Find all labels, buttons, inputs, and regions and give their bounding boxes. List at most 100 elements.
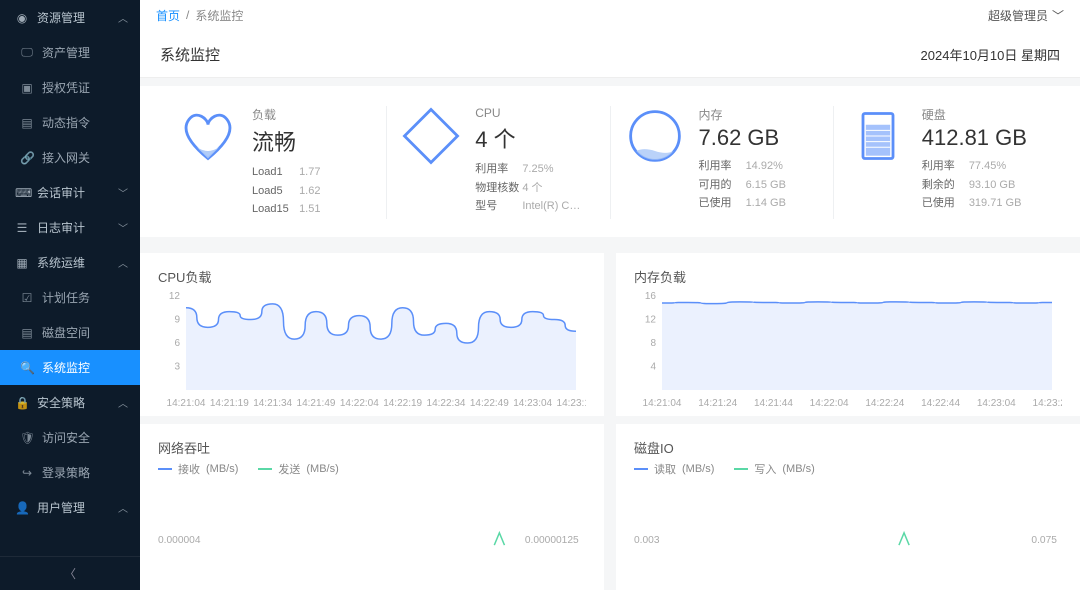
page-title: 系统监控 [160, 44, 220, 65]
schedule-icon: ☑ [20, 291, 34, 305]
ops-icon: ▦ [15, 256, 29, 270]
menu-group-user[interactable]: 👤 用户管理 ︿ [0, 490, 140, 525]
lock-icon: 🔒 [15, 396, 29, 410]
chart-cpu-load: CPU负载 3691214:21:0414:21:1914:21:3414:21… [140, 253, 604, 416]
monitor-glass-icon: 🔍 [20, 361, 34, 375]
svg-text:3: 3 [174, 362, 180, 373]
chart-mem-load-svg: 4 8 12 16 14:21:04 14:21:24 14:21:44 14:22:04 14… [634, 290, 1062, 410]
svg-text:14:22:04: 14:22:04 [810, 398, 849, 409]
svg-text:0.075: 0.075 [1031, 535, 1057, 546]
sidebar-item-credential[interactable]: ▣ 授权凭证 [0, 70, 140, 105]
chart-title: CPU负载 [158, 267, 586, 286]
cylinder-icon [848, 106, 908, 166]
svg-text:14:21:49: 14:21:49 [297, 398, 336, 409]
chart-diskio-svg: 0.003 0.075 [634, 479, 1062, 590]
disk-icon: ▤ [20, 326, 34, 340]
stat-label: 负载 [252, 106, 320, 123]
sidebar-item-disk[interactable]: ▤ 磁盘空间 [0, 315, 140, 350]
sidebar-item-schedule[interactable]: ☑ 计划任务 [0, 280, 140, 315]
sidebar-item-gateway[interactable]: 🔗 接入网关 [0, 140, 140, 175]
topbar: 首页 / 系统监控 超级管理员 ﹀ [140, 0, 1080, 30]
menu-group-label: 系统运维 [37, 254, 85, 271]
stat-label: 硬盘 [922, 106, 1027, 123]
stat-label: 内存 [699, 106, 786, 123]
chevron-down-icon: ﹀ [118, 220, 128, 235]
monitor-icon: 🖵 [20, 45, 34, 60]
chart-cpu-load-svg: 3691214:21:0414:21:1914:21:3414:21:4914:… [158, 290, 586, 410]
chevron-up-icon: ︿ [118, 395, 128, 410]
chart-network-svg: 0.000004 0.00000125 [158, 479, 586, 590]
page-header: 系统监控 2024年10月10日 星期四 [140, 30, 1080, 78]
chevron-down-icon: ﹀ [118, 185, 128, 200]
svg-text:14:23:04: 14:23:04 [513, 398, 552, 409]
sidebar-item-label: 资产管理 [42, 44, 90, 61]
chart-mem-load: 内存负载 4 8 12 16 14:21:04 14:21:24 14:21:44 14:22… [616, 253, 1080, 416]
menu-group-label: 日志审计 [37, 219, 85, 236]
chart-title: 内存负载 [634, 267, 1062, 286]
stat-panel: 负载 流畅 Load1 1.77 Load5 1.62 Load15 1.51 [140, 86, 1080, 237]
stat-value: 流畅 [252, 125, 320, 157]
sidebar-item-asset[interactable]: 🖵 资产管理 [0, 35, 140, 70]
menu-group-label: 安全策略 [37, 394, 85, 411]
heart-icon [178, 106, 238, 166]
svg-text:14:23:24: 14:23:24 [1033, 398, 1062, 409]
sidebar-collapse-button[interactable]: 〈 [0, 556, 140, 590]
menu-group-session[interactable]: ⌨ 会话审计 ﹀ [0, 175, 140, 210]
sidebar-item-label: 接入网关 [42, 149, 90, 166]
stat-card-disk: 硬盘 412.81 GB 利用率 77.45% 剩余的 93.10 GB 已使用… [834, 106, 1056, 219]
sidebar-menu: ◉ 资源管理 ︿ 🖵 资产管理 ▣ 授权凭证 ▤ 动态指令 🔗 接入网关 ⌨ 会… [0, 0, 140, 556]
breadcrumb-sep: / [186, 8, 189, 22]
breadcrumb-current: 系统监控 [195, 7, 243, 24]
breadcrumb-home[interactable]: 首页 [156, 7, 180, 24]
chart-diskio: 磁盘IO 读取 (MB/s) 写入 (MB/s) 0.003 0.075 [616, 424, 1080, 590]
menu-group-label: 资源管理 [37, 9, 85, 26]
sidebar-item-sysmonitor[interactable]: 🔍 系统监控 [0, 350, 140, 385]
svg-text:14:22:24: 14:22:24 [865, 398, 904, 409]
menu-group-ops[interactable]: ▦ 系统运维 ︿ [0, 245, 140, 280]
svg-text:14:21:44: 14:21:44 [754, 398, 793, 409]
log-icon: ☰ [15, 221, 29, 235]
session-icon: ⌨ [15, 186, 29, 200]
sidebar-item-label: 动态指令 [42, 114, 90, 131]
chevron-down-icon: ﹀ [1052, 7, 1064, 24]
svg-text:14:22:44: 14:22:44 [921, 398, 960, 409]
chevron-up-icon: ︿ [118, 10, 128, 25]
sidebar-item-command[interactable]: ▤ 动态指令 [0, 105, 140, 140]
svg-text:8: 8 [650, 338, 656, 349]
sidebar-item-login[interactable]: ↪ 登录策略 [0, 455, 140, 490]
user-menu[interactable]: 超级管理员 ﹀ [988, 7, 1064, 24]
sidebar-item-label: 访问安全 [42, 429, 90, 446]
stat-card-load: 负载 流畅 Load1 1.77 Load5 1.62 Load15 1.51 [164, 106, 387, 219]
chart-legend: 读取 (MB/s) 写入 (MB/s) [634, 461, 1062, 477]
menu-group-resource[interactable]: ◉ 资源管理 ︿ [0, 0, 140, 35]
svg-text:14:21:24: 14:21:24 [698, 398, 737, 409]
chevron-left-icon: 〈 [64, 567, 76, 581]
chart-row-load: CPU负载 3691214:21:0414:21:1914:21:3414:21… [140, 253, 1080, 416]
menu-group-security[interactable]: 🔒 安全策略 ︿ [0, 385, 140, 420]
svg-text:16: 16 [645, 291, 657, 302]
shield-icon: 🛡 [20, 431, 34, 445]
svg-text:14:21:04: 14:21:04 [643, 398, 682, 409]
menu-group-label: 会话审计 [37, 184, 85, 201]
command-icon: ▤ [20, 116, 34, 130]
chart-title: 磁盘IO [634, 438, 1062, 457]
svg-text:0.000004: 0.000004 [158, 535, 201, 546]
svg-text:14:22:04: 14:22:04 [340, 398, 379, 409]
main: 首页 / 系统监控 超级管理员 ﹀ 系统监控 2024年10月10日 星期四 [140, 0, 1080, 590]
sidebar: ◉ 资源管理 ︿ 🖵 资产管理 ▣ 授权凭证 ▤ 动态指令 🔗 接入网关 ⌨ 会… [0, 0, 140, 590]
stat-card-mem: 内存 7.62 GB 利用率 14.92% 可用的 6.15 GB 已使用 1.… [611, 106, 834, 219]
stat-value: 7.62 GB [699, 125, 786, 151]
sidebar-item-access[interactable]: 🛡 访问安全 [0, 420, 140, 455]
user-role-label: 超级管理员 [988, 7, 1048, 24]
stat-card-cpu: CPU 4 个 利用率 7.25% 物理核数 4 个 型号 Intel(R) C… [387, 106, 610, 219]
sidebar-item-label: 授权凭证 [42, 79, 90, 96]
menu-group-log[interactable]: ☰ 日志审计 ﹀ [0, 210, 140, 245]
svg-text:14:21:19: 14:21:19 [210, 398, 249, 409]
svg-text:12: 12 [645, 315, 657, 326]
login-icon: ↪ [20, 466, 34, 480]
svg-text:14:22:34: 14:22:34 [427, 398, 466, 409]
svg-text:4: 4 [650, 362, 656, 373]
svg-text:14:21:34: 14:21:34 [253, 398, 292, 409]
sidebar-item-label: 磁盘空间 [42, 324, 90, 341]
chevron-up-icon: ︿ [118, 255, 128, 270]
